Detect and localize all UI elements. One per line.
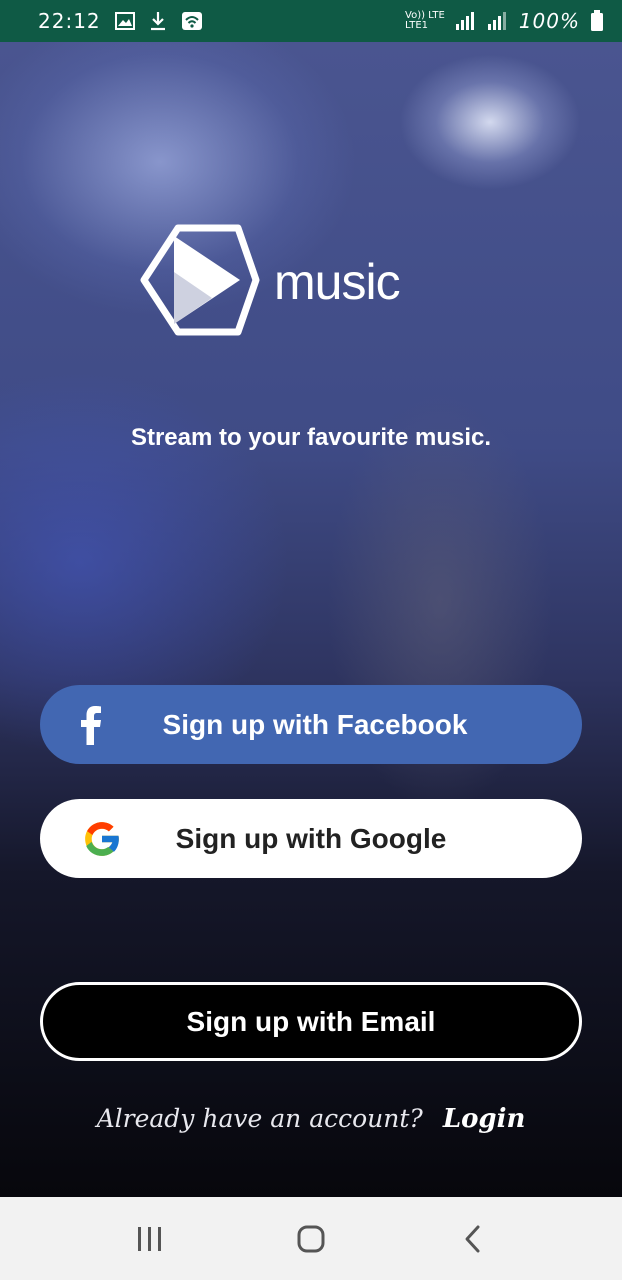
login-prompt: Already have an account? xyxy=(96,1104,423,1133)
google-g-icon xyxy=(80,817,124,861)
back-icon[interactable] xyxy=(442,1209,502,1269)
login-link[interactable]: Login xyxy=(443,1104,526,1134)
email-signup-button[interactable]: Sign up with Email xyxy=(40,982,582,1061)
hero-background: music Stream to your favourite music. Si… xyxy=(0,42,622,1197)
email-signup-label: Sign up with Email xyxy=(186,1005,436,1037)
battery-percent: 100% xyxy=(518,9,580,33)
home-icon[interactable] xyxy=(281,1209,341,1269)
login-row: Already have an account? Login xyxy=(0,1104,622,1134)
network-bottom: LTE1 xyxy=(405,20,428,31)
status-bar: 22:12 Vo)) LTE LTE1 100% xyxy=(0,0,622,42)
status-time: 22:12 xyxy=(38,9,101,33)
gallery-icon xyxy=(114,12,135,30)
download-icon xyxy=(149,11,167,31)
recent-apps-icon[interactable] xyxy=(120,1209,180,1269)
status-right: Vo)) LTE LTE1 100% xyxy=(405,9,604,33)
navigation-bar xyxy=(0,1197,622,1280)
battery-icon xyxy=(590,10,604,32)
facebook-f-icon xyxy=(80,705,102,745)
brand-name: music xyxy=(274,254,401,310)
play-hexagon-icon xyxy=(140,222,260,338)
signal-icon-2 xyxy=(487,11,509,31)
network-label: Vo)) LTE LTE1 xyxy=(405,11,445,31)
google-signup-button[interactable]: Sign up with Google xyxy=(40,799,582,878)
wifi-icon xyxy=(181,11,203,31)
status-left: 22:12 xyxy=(38,9,203,33)
facebook-signup-label: Sign up with Facebook xyxy=(162,708,468,740)
facebook-signup-button[interactable]: Sign up with Facebook xyxy=(40,685,582,764)
tagline: Stream to your favourite music. xyxy=(130,424,492,451)
google-signup-label: Sign up with Google xyxy=(175,822,447,854)
signal-icon xyxy=(455,11,477,31)
brand: music xyxy=(140,222,401,338)
